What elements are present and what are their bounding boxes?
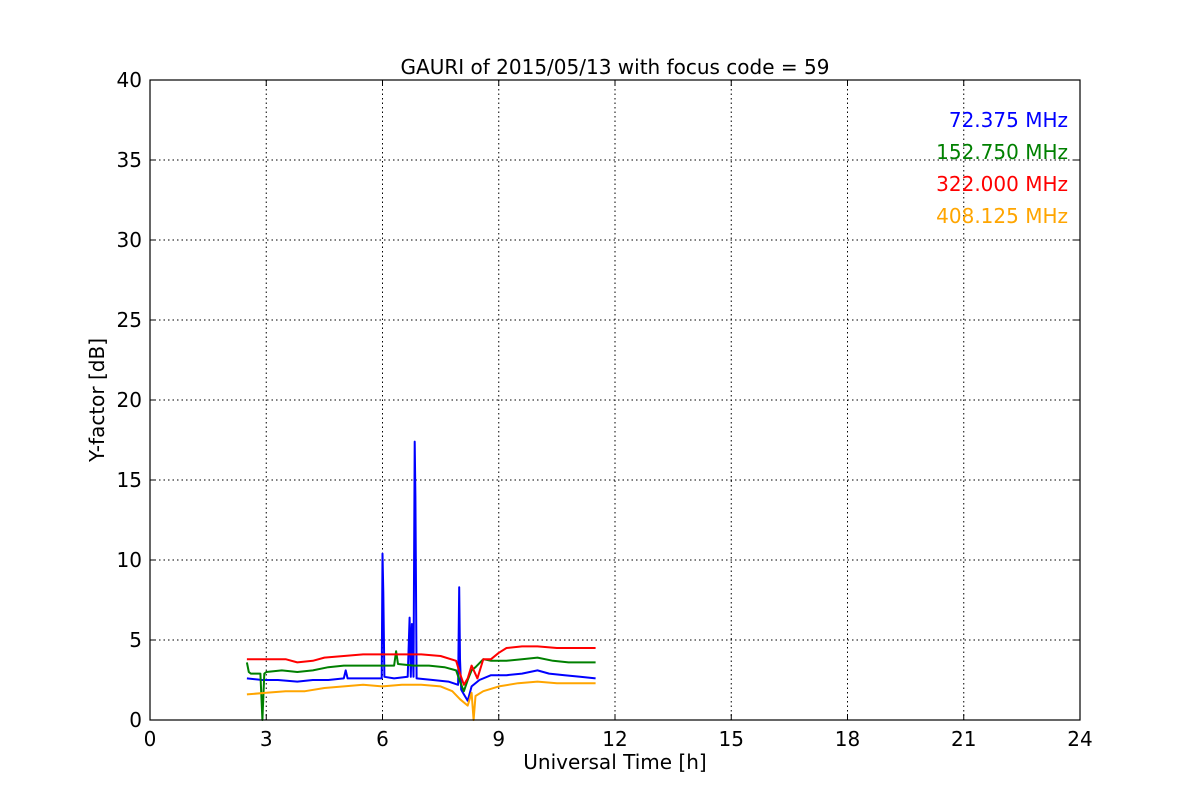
y-tick-label: 30 [117,228,142,252]
legend: 72.375 MHz 152.750 MHz 322.000 MHz 408.125 … [936,108,1068,228]
y-tick-label: 0 [129,708,142,732]
y-axis-tick-labels: 0 5 10 15 20 25 30 35 40 [117,68,142,732]
y-tick-label: 40 [117,68,142,92]
legend-entry-322-000-mhz: 322.000 MHz [936,172,1068,196]
y-tick-label: 10 [117,548,142,572]
chart-figure: 0 3 6 9 12 15 18 21 24 0 5 10 15 20 25 30 35 40 GAURI of… [0,0,1200,800]
x-tick-label: 21 [951,727,976,751]
y-tick-label: 25 [117,308,142,332]
series-line-408-125-mhz [246,680,596,721]
legend-entry-72-375-mhz: 72.375 MHz [949,108,1068,132]
x-tick-label: 24 [1067,727,1092,751]
x-tick-label: 3 [260,727,273,751]
chart-title: GAURI of 2015/05/13 with focus code = 59 [401,55,830,79]
y-tick-label: 20 [117,388,142,412]
y-axis-title: Y-factor [dB] [85,338,109,463]
line-chart: 0 3 6 9 12 15 18 21 24 0 5 10 15 20 25 30 35 40 GAURI of… [85,55,1093,774]
legend-entry-152-750-mhz: 152.750 MHz [936,140,1068,164]
y-tick-label: 35 [117,148,142,172]
x-tick-label: 12 [602,727,627,751]
x-tick-label: 18 [835,727,860,751]
y-tick-label: 5 [129,628,142,652]
x-tick-label: 0 [144,727,157,751]
series-lines [245,440,596,721]
x-axis-title: Universal Time [h] [523,750,706,774]
y-tick-label: 15 [117,468,142,492]
x-tick-label: 15 [719,727,744,751]
x-axis-tick-labels: 0 3 6 9 12 15 18 21 24 [144,727,1093,751]
x-tick-label: 9 [492,727,505,751]
legend-entry-408-125-mhz: 408.125 MHz [936,204,1068,228]
x-tick-label: 6 [376,727,389,751]
